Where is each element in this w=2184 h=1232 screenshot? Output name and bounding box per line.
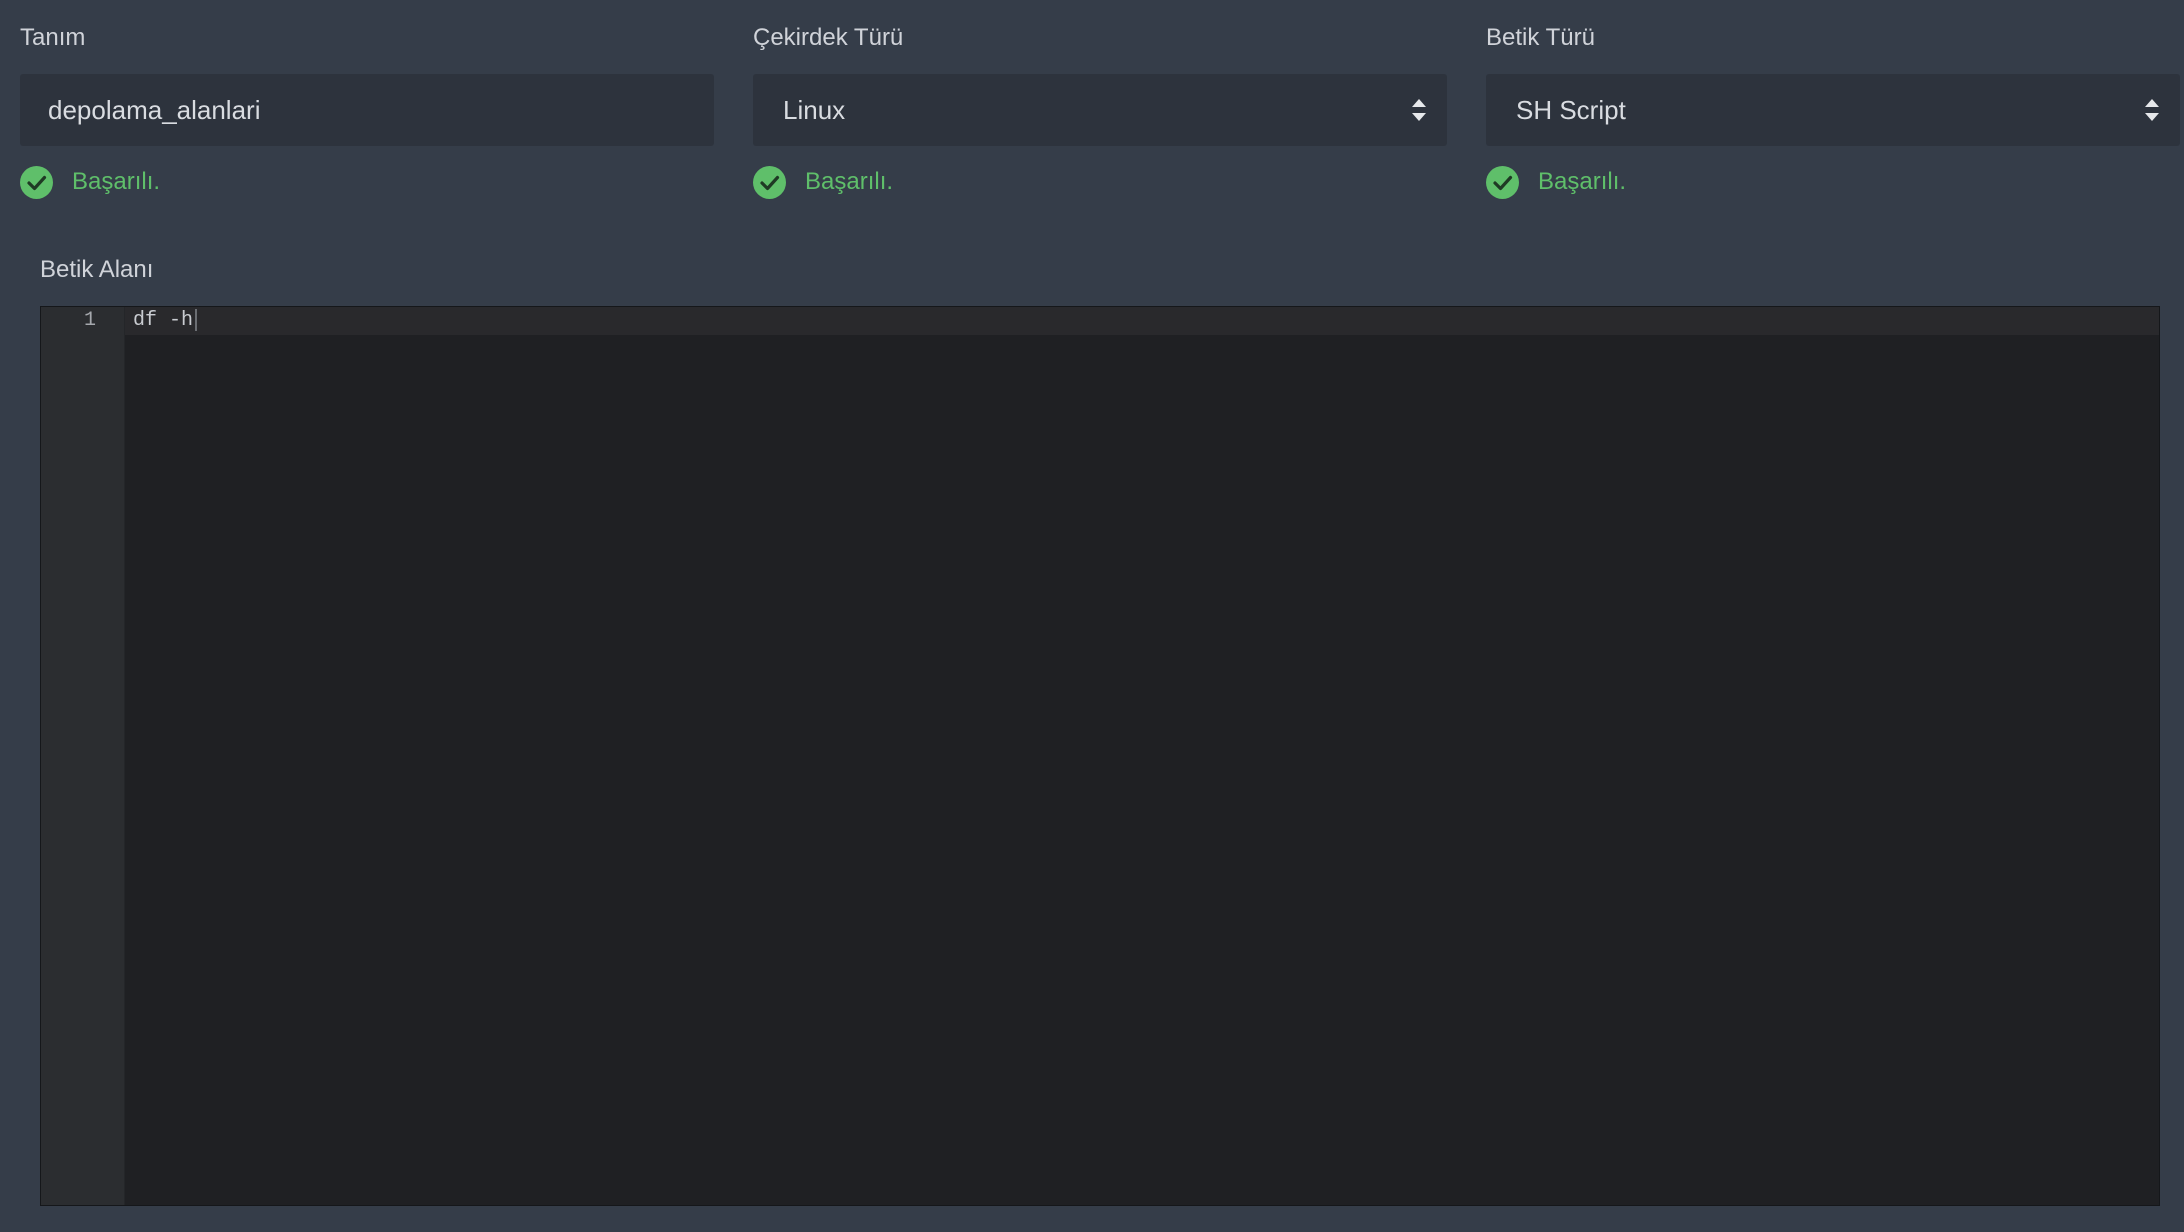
script-type-select-value: SH Script: [1516, 95, 1626, 125]
line-number: 1: [83, 309, 96, 332]
script-area-label: Betik Alanı: [40, 256, 154, 283]
active-line-highlight: [125, 307, 2159, 335]
check-circle-icon: [20, 166, 53, 199]
code-line-text: df -h: [133, 309, 194, 332]
sort-arrows-icon: [2145, 99, 2159, 121]
code-line[interactable]: df -h: [133, 307, 198, 335]
kernel-type-select[interactable]: Linux: [753, 74, 1447, 146]
description-input[interactable]: depolama_alanlari: [20, 74, 714, 146]
editor-gutter: 1: [41, 307, 125, 1205]
check-circle-icon: [1486, 166, 1519, 199]
text-cursor: [195, 308, 198, 331]
kernel-type-select-value: Linux: [783, 95, 846, 125]
kernel-type-status-text: Başarılı.: [805, 168, 894, 195]
check-circle-icon: [753, 166, 786, 199]
script-type-label: Betik Türü: [1486, 24, 1595, 51]
script-type-select[interactable]: SH Script: [1486, 74, 2180, 146]
script-type-status-text: Başarılı.: [1538, 168, 1627, 195]
description-status-text: Başarılı.: [72, 168, 161, 195]
script-editor[interactable]: 1 df -h: [40, 306, 2160, 1206]
sort-arrows-icon: [1412, 99, 1426, 121]
description-input-value: depolama_alanlari: [48, 95, 261, 125]
description-label: Tanım: [20, 24, 86, 51]
kernel-type-label: Çekirdek Türü: [753, 24, 904, 51]
